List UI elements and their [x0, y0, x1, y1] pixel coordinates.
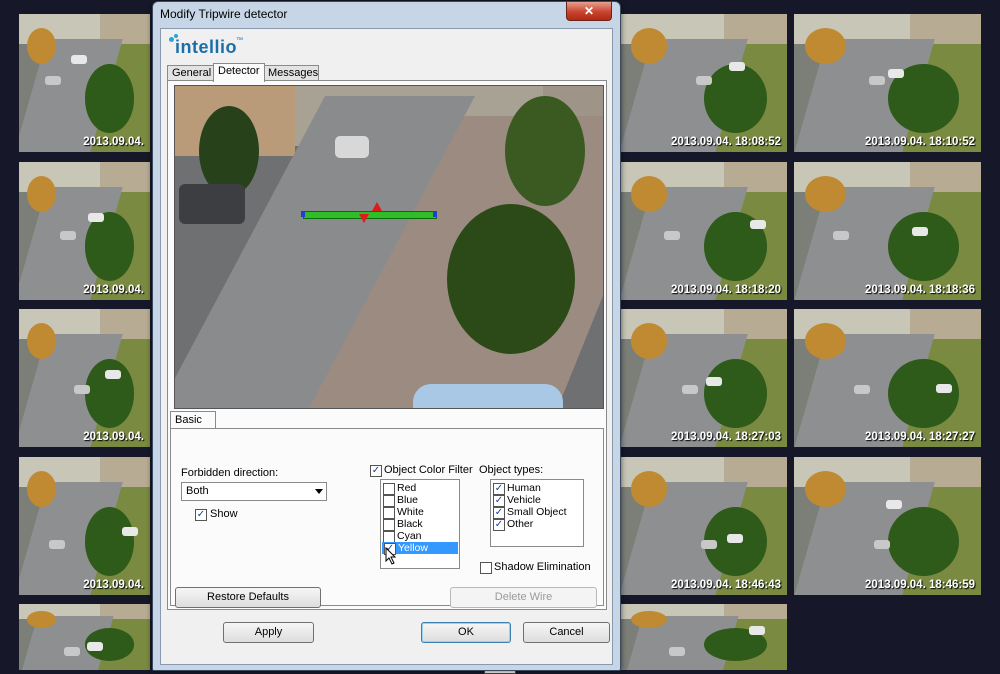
- tab-general[interactable]: General: [167, 65, 215, 81]
- shadow-elimination-label: Shadow Elimination: [494, 561, 591, 573]
- timestamp-label: 2013.09.04.: [83, 579, 144, 591]
- timestamp-label: 2013.09.04. 18:46:59: [865, 579, 975, 591]
- restore-defaults-button[interactable]: Restore Defaults: [175, 587, 321, 608]
- camera-thumbnail[interactable]: 2013.09.04. 18:08:52: [621, 14, 787, 152]
- modify-tripwire-dialog: Modify Tripwire detector ✕ intellio ™ Ge…: [152, 1, 621, 671]
- logo-text: intellio: [175, 37, 237, 57]
- list-item[interactable]: Red: [381, 482, 459, 495]
- list-item[interactable]: Blue: [381, 494, 459, 507]
- tab-messages[interactable]: Messages: [263, 65, 319, 81]
- camera-thumbnail[interactable]: [19, 604, 150, 670]
- camera-thumbnail[interactable]: [621, 604, 787, 670]
- tab-basic[interactable]: Basic: [170, 411, 216, 429]
- camera-thumbnail[interactable]: 2013.09.04. 18:27:03: [621, 309, 787, 447]
- list-item[interactable]: ✓ Vehicle: [491, 494, 583, 507]
- timestamp-label: 2013.09.04.: [83, 136, 144, 148]
- object-types-list[interactable]: ✓ Human ✓ Vehicle ✓ Small Object ✓ Other: [490, 479, 584, 547]
- timestamp-label: 2013.09.04. 18:18:20: [671, 284, 781, 296]
- type-other-checkbox[interactable]: ✓: [493, 519, 505, 531]
- chevron-down-icon: [315, 489, 323, 494]
- camera-thumbnail[interactable]: 2013.09.04. 18:27:27: [794, 309, 981, 447]
- logo-trademark: ™: [236, 37, 243, 44]
- tripwire-handle-right[interactable]: [433, 211, 437, 217]
- camera-thumbnail[interactable]: 2013.09.04.: [19, 457, 150, 595]
- show-checkbox[interactable]: ✓: [195, 509, 207, 521]
- camera-thumbnail[interactable]: 2013.09.04. 18:18:20: [621, 162, 787, 300]
- delete-wire-button[interactable]: Delete Wire: [450, 587, 597, 608]
- list-item[interactable]: ✓ Small Object: [491, 506, 583, 519]
- list-item[interactable]: Black: [381, 518, 459, 531]
- timestamp-label: 2013.09.04. 18:27:03: [671, 431, 781, 443]
- ok-button[interactable]: OK: [421, 622, 511, 643]
- timestamp-label: 2013.09.04. 18:08:52: [671, 136, 781, 148]
- list-item[interactable]: Cyan: [381, 530, 459, 543]
- tripwire-line[interactable]: [303, 211, 437, 219]
- camera-preview[interactable]: [174, 85, 604, 409]
- camera-thumbnail[interactable]: 2013.09.04. 18:46:43: [621, 457, 787, 595]
- detector-tab-panel: Basic Forbidden direction: Both ✓ Show ✓…: [167, 80, 607, 610]
- forbidden-direction-value: Both: [186, 485, 209, 497]
- cancel-button[interactable]: Cancel: [523, 622, 610, 643]
- apply-button[interactable]: Apply: [223, 622, 314, 643]
- object-types-label: Object types:: [479, 464, 544, 476]
- tripwire-handle-left[interactable]: [301, 211, 305, 217]
- object-color-filter-label: Object Color Filter: [384, 464, 473, 476]
- shadow-elimination-checkbox[interactable]: [480, 562, 492, 574]
- timestamp-label: 2013.09.04.: [83, 284, 144, 296]
- forbidden-direction-select[interactable]: Both: [181, 482, 327, 501]
- camera-thumbnail[interactable]: 2013.09.04.: [19, 309, 150, 447]
- timestamp-label: 2013.09.04. 18:10:52: [865, 136, 975, 148]
- camera-thumbnail[interactable]: 2013.09.04. 18:46:59: [794, 457, 981, 595]
- timestamp-label: 2013.09.04. 18:18:36: [865, 284, 975, 296]
- dialog-client-area: intellio ™ General Detector Messages Bas…: [160, 28, 613, 665]
- camera-thumbnail[interactable]: 2013.09.04. 18:18:36: [794, 162, 981, 300]
- direction-arrow-up-icon[interactable]: [372, 202, 382, 211]
- show-label: Show: [210, 508, 238, 520]
- list-item[interactable]: ✓ Human: [491, 482, 583, 495]
- camera-thumbnail[interactable]: 2013.09.04. 18:10:52: [794, 14, 981, 152]
- direction-arrow-down-icon[interactable]: [359, 214, 369, 223]
- tab-detector[interactable]: Detector: [213, 63, 265, 82]
- dialog-title: Modify Tripwire detector: [160, 7, 288, 21]
- camera-thumbnail[interactable]: 2013.09.04.: [19, 162, 150, 300]
- timestamp-label: 2013.09.04.: [83, 431, 144, 443]
- camera-thumbnail[interactable]: 2013.09.04.: [19, 14, 150, 152]
- close-button[interactable]: ✕: [566, 2, 612, 21]
- object-color-filter-checkbox[interactable]: ✓: [370, 465, 382, 477]
- timestamp-label: 2013.09.04. 18:46:43: [671, 579, 781, 591]
- dialog-titlebar[interactable]: Modify Tripwire detector ✕: [153, 2, 620, 28]
- timestamp-label: 2013.09.04. 18:27:27: [865, 431, 975, 443]
- list-item[interactable]: White: [381, 506, 459, 519]
- list-item[interactable]: ✓ Other: [491, 518, 583, 531]
- basic-settings-panel: Forbidden direction: Both ✓ Show ✓ Objec…: [170, 428, 604, 608]
- forbidden-direction-label: Forbidden direction:: [181, 467, 279, 479]
- mouse-cursor-icon: [385, 547, 397, 565]
